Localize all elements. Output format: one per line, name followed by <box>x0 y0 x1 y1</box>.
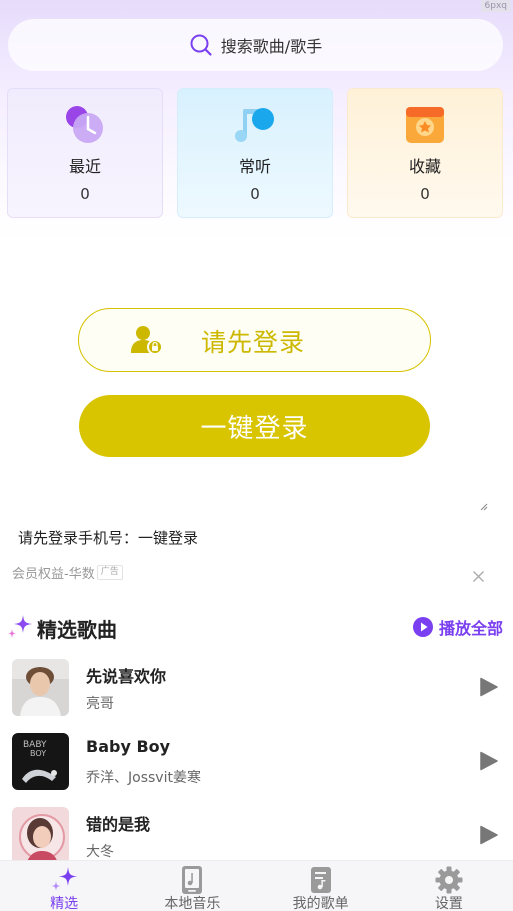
search-bar[interactable]: 搜索歌曲/歌手 <box>8 19 503 71</box>
corner-tag: 6pxq <box>480 0 511 12</box>
card-recent[interactable]: 最近 0 <box>7 88 163 218</box>
ad-text: 会员权益-华数 <box>12 566 95 582</box>
song-row[interactable]: 错的是我 大冬 <box>0 807 513 867</box>
album-cover <box>12 659 69 716</box>
song-artist: 亮哥 <box>86 696 114 712</box>
tab-local-music-label: 本地音乐 <box>164 896 221 911</box>
svg-text:BOY: BOY <box>30 749 46 758</box>
tab-featured[interactable]: 精选 <box>0 861 128 911</box>
card-favorite[interactable]: 收藏 0 <box>347 88 503 218</box>
featured-title: 精选歌曲 <box>37 618 117 642</box>
one-click-login-button[interactable]: 一键登录 <box>79 395 430 457</box>
tab-settings-label: 设置 <box>434 896 463 911</box>
song-artist: 乔洋、Jossvit姜寒 <box>86 770 201 786</box>
play-all-button[interactable]: 播放全部 <box>412 615 503 639</box>
play-circle-icon <box>412 617 433 637</box>
tab-local-music[interactable]: 本地音乐 <box>128 861 256 911</box>
login-hint-text: 请先登录手机号：一键登录 <box>18 529 199 547</box>
phone-music-icon <box>182 866 203 894</box>
login-prompt-button[interactable]: 请先登录 <box>78 308 431 372</box>
album-cover <box>12 807 69 864</box>
tab-featured-label: 精选 <box>50 896 79 911</box>
play-icon[interactable] <box>480 677 498 697</box>
user-lock-icon <box>131 326 163 355</box>
song-title: 先说喜欢你 <box>86 667 167 686</box>
tab-my-playlist[interactable]: 我的歌单 <box>257 861 385 911</box>
song-row[interactable]: BABY BOY Baby Boy 乔洋、Jossvit姜寒 <box>0 733 513 793</box>
card-frequent-label: 常听 <box>238 157 271 176</box>
tab-settings[interactable]: 设置 <box>385 861 513 911</box>
song-title: 错的是我 <box>86 815 151 834</box>
favorite-box-icon <box>406 107 444 143</box>
card-favorite-count: 0 <box>420 185 430 203</box>
card-recent-label: 最近 <box>68 157 101 176</box>
music-note-icon <box>235 108 274 142</box>
card-frequent[interactable]: 常听 0 <box>177 88 333 218</box>
ad-badge: 广告 <box>96 564 123 580</box>
tab-my-playlist-label: 我的歌单 <box>292 896 349 911</box>
album-cover: BABY BOY <box>12 733 69 790</box>
play-all-label: 播放全部 <box>438 619 503 638</box>
song-row[interactable]: 先说喜欢你 亮哥 <box>0 659 513 719</box>
login-prompt-label: 请先登录 <box>201 328 306 357</box>
gear-icon <box>435 866 463 894</box>
close-icon[interactable] <box>472 570 485 583</box>
bottom-tab-bar: 精选 本地音乐 我的歌单 设置 <box>0 860 513 911</box>
play-icon[interactable] <box>480 825 498 845</box>
card-frequent-count: 0 <box>250 185 260 203</box>
card-recent-count: 0 <box>80 185 90 203</box>
play-icon[interactable] <box>480 751 498 771</box>
ad-banner[interactable]: 会员权益-华数 广告 <box>12 562 123 582</box>
song-artist: 大冬 <box>86 844 114 860</box>
resize-handle-icon <box>480 503 488 511</box>
search-placeholder: 搜索歌曲/歌手 <box>220 37 323 56</box>
sparkle-icon <box>51 867 78 891</box>
featured-header: 精选歌曲 播放全部 <box>6 611 506 643</box>
song-title: Baby Boy <box>86 737 171 756</box>
search-icon <box>190 34 212 56</box>
card-favorite-label: 收藏 <box>408 157 441 176</box>
playlist-icon <box>310 867 331 893</box>
clock-icon <box>66 106 103 143</box>
sparkle-icon <box>8 615 32 638</box>
